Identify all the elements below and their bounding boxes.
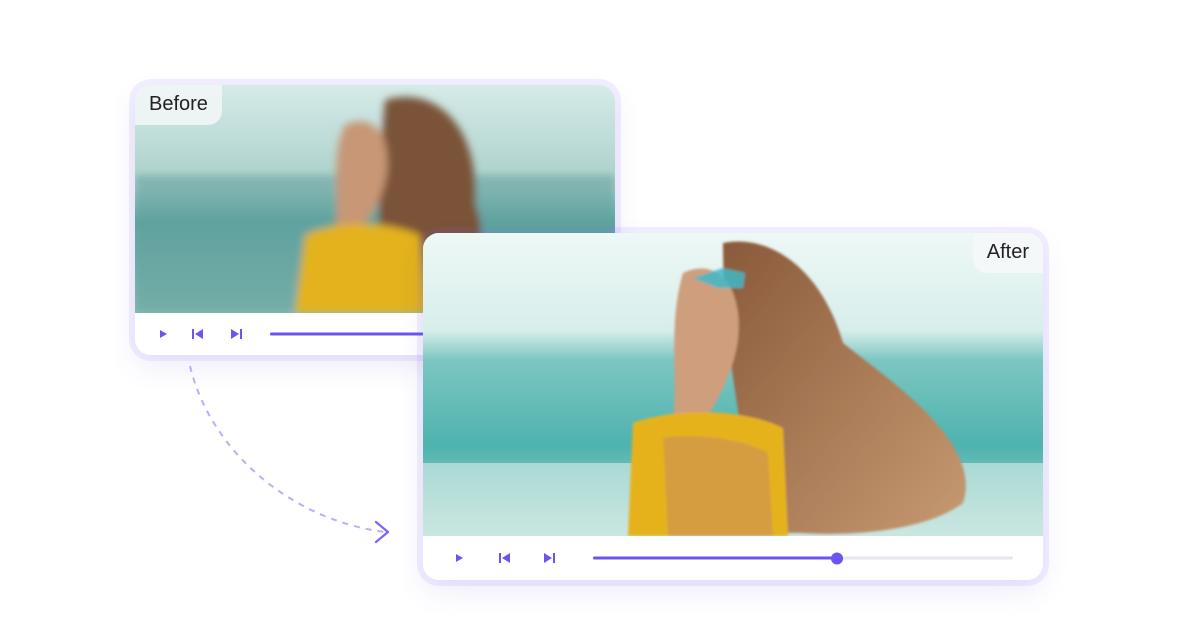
after-video-card: After: [423, 233, 1043, 580]
skip-forward-icon[interactable]: [229, 328, 243, 340]
after-progress-fill: [593, 556, 837, 560]
before-label: Before: [135, 85, 222, 125]
skip-back-icon[interactable]: [498, 552, 512, 564]
before-progress-fill: [270, 332, 435, 336]
play-icon[interactable]: [157, 328, 169, 340]
after-label: After: [972, 233, 1043, 273]
after-progress-thumb[interactable]: [830, 552, 843, 564]
skip-back-icon[interactable]: [191, 328, 205, 340]
after-player-controls: [423, 536, 1043, 580]
play-icon[interactable]: [453, 552, 465, 564]
after-image: [423, 233, 1043, 536]
skip-forward-icon[interactable]: [542, 552, 556, 564]
transition-arrow: [189, 365, 390, 544]
after-video-frame[interactable]: [423, 233, 1043, 536]
after-progress-track[interactable]: [593, 552, 1013, 564]
